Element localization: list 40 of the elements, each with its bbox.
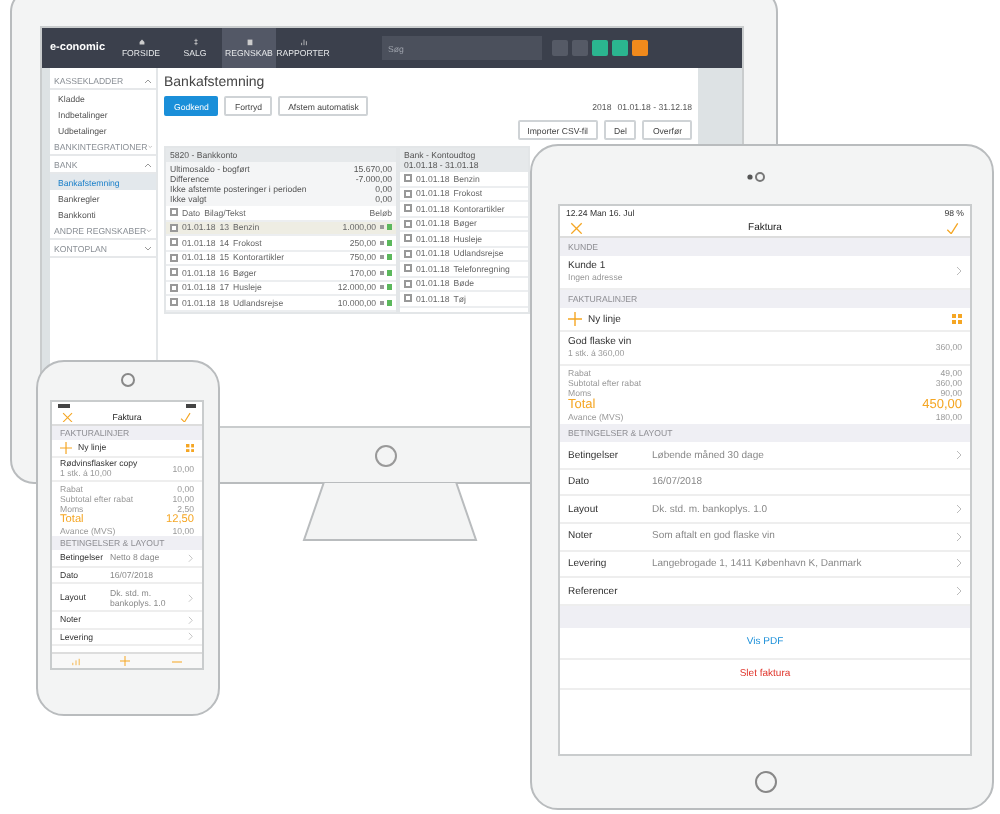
checkbox[interactable] xyxy=(170,298,178,307)
status-icon xyxy=(380,254,392,261)
plus-icon xyxy=(60,441,73,454)
close-icon[interactable] xyxy=(570,221,583,235)
checkbox[interactable] xyxy=(170,208,178,217)
status-icon xyxy=(380,284,392,291)
grid-icon[interactable] xyxy=(952,314,962,325)
status-icon xyxy=(380,299,392,306)
camera-icon xyxy=(746,172,766,182)
checkbox[interactable] xyxy=(404,279,412,288)
checkmark-icon[interactable] xyxy=(180,411,192,423)
checkbox[interactable] xyxy=(404,204,412,213)
close-icon[interactable] xyxy=(62,411,74,423)
checkbox[interactable] xyxy=(404,174,412,183)
checkbox[interactable] xyxy=(170,268,178,277)
checkbox[interactable] xyxy=(404,249,412,258)
checkbox[interactable] xyxy=(170,283,178,292)
plus-icon xyxy=(568,312,582,327)
checkbox[interactable] xyxy=(404,294,412,303)
chart-icon xyxy=(299,38,307,46)
plus-icon[interactable] xyxy=(120,656,131,666)
home-button-icon xyxy=(374,444,398,468)
checkbox[interactable] xyxy=(170,238,178,247)
checkbox[interactable] xyxy=(404,219,412,228)
status-icon xyxy=(380,239,392,246)
grid-icon[interactable] xyxy=(185,443,194,452)
checkmark-icon[interactable] xyxy=(946,221,960,235)
checkbox[interactable] xyxy=(404,189,412,198)
chevron-icon xyxy=(956,266,962,277)
speaker-icon xyxy=(120,372,136,388)
status-icon xyxy=(380,224,392,231)
status-icon xyxy=(380,269,392,276)
checkbox[interactable] xyxy=(170,223,178,232)
home-icon xyxy=(137,38,145,46)
checkbox[interactable] xyxy=(170,253,178,262)
home-button-icon xyxy=(754,770,778,794)
checkbox[interactable] xyxy=(404,234,412,243)
document-icon xyxy=(245,38,253,46)
checkbox[interactable] xyxy=(404,264,412,273)
side-panel xyxy=(698,68,742,144)
